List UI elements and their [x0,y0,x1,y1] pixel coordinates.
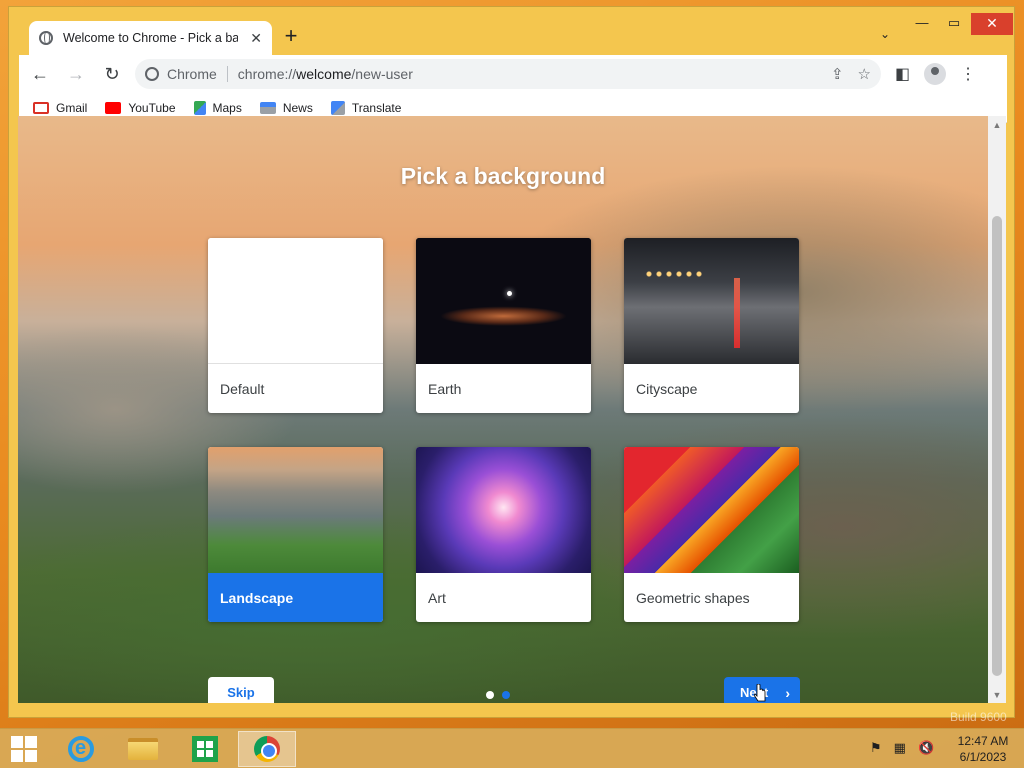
background-card-cityscape[interactable]: Cityscape [624,238,799,413]
omnibox-actions: ⇪ ☆ [831,65,871,83]
card-label: Earth [428,381,462,397]
tab-title: Welcome to Chrome - Pick a bac [63,31,238,45]
file-explorer-icon [128,738,158,760]
page-content: Pick a background Default Earth Cityscap… [18,116,988,703]
omnibox-chip: Chrome [167,66,228,82]
card-label: Default [220,381,265,397]
chrome-page-icon [145,67,159,81]
card-label: Cityscape [636,381,698,397]
bookmark-label: YouTube [128,100,176,115]
start-button[interactable] [0,731,48,767]
toolbar-right: ◧ ⋮ [895,63,976,85]
taskbar-explorer[interactable] [114,731,172,767]
internet-explorer-icon [68,736,94,762]
scroll-thumb[interactable] [992,216,1002,676]
tab-close-icon[interactable]: ✕ [250,30,262,47]
share-icon[interactable]: ⇪ [831,65,844,83]
chevron-right-icon: › [785,685,790,701]
url-path: /new-user [351,66,413,82]
address-bar[interactable]: Chrome chrome://welcome/new-user ⇪ ☆ [135,59,881,89]
background-card-default[interactable]: Default [208,238,383,413]
bookmark-label: News [282,100,313,115]
store-icon [192,736,218,762]
tab-welcome[interactable]: Welcome to Chrome - Pick a bac ✕ [29,21,272,55]
clock-date: 6/1/2023 [959,750,1007,764]
bookmark-maps[interactable]: Maps [193,100,242,115]
scroll-down-icon[interactable]: ▼ [992,690,1002,700]
skip-button[interactable]: Skip [208,677,274,703]
bookmark-star-icon[interactable]: ☆ [858,65,871,83]
taskbar-ie[interactable] [52,731,110,767]
bookmark-label: Maps [212,100,242,115]
url-host: welcome [296,66,352,82]
bookmark-youtube[interactable]: YouTube [105,100,176,115]
news-icon [259,101,276,114]
close-window-button[interactable]: ✕ [971,13,1013,35]
taskbar-store[interactable] [176,731,234,767]
bookmark-label: Gmail [56,100,88,115]
new-tab-button[interactable]: + [279,25,303,49]
chrome-icon [254,736,280,762]
clock-time: 12:47 AM [957,734,1009,748]
background-card-art[interactable]: Art [416,447,591,622]
gmail-icon [33,101,49,114]
bookmark-gmail[interactable]: Gmail [33,101,87,115]
url-text: chrome://welcome/new-user [238,66,413,82]
card-label: Geometric shapes [636,590,750,606]
forward-button[interactable]: → [61,59,91,89]
menu-icon[interactable]: ⋮ [960,64,976,84]
art-thumbnail [416,447,591,573]
bookmark-label: Translate [351,100,402,115]
flag-icon[interactable]: ⚑ [870,740,882,756]
mouse-cursor-icon [754,684,766,702]
earth-thumbnail [416,238,591,364]
tab-search-button[interactable]: ⌄ [875,27,895,47]
network-icon[interactable]: ▦ [894,740,906,756]
windows-logo-icon [11,736,37,762]
geometric-thumbnail [624,447,799,573]
minimize-button[interactable]: — [907,13,937,35]
system-tray: ⚑ ▦ 🔇 [870,740,934,756]
browser-toolbar: ← → ↻ Chrome chrome://welcome/new-user ⇪… [19,55,1007,93]
page-title: Pick a background [400,163,606,189]
youtube-icon [105,101,122,114]
profile-avatar-icon[interactable] [924,63,947,85]
reload-button[interactable]: ↻ [97,59,127,89]
taskbar: ⚑ ▦ 🔇 12:47 AM 6/1/2023 [0,728,1024,768]
os-watermark: Build 9600 [950,710,1007,724]
scroll-up-icon[interactable]: ▲ [992,120,1002,130]
back-button[interactable]: ← [25,59,55,89]
volume-muted-icon[interactable]: 🔇 [918,740,934,756]
globe-icon [39,31,53,45]
page-scrollbar[interactable]: ▲ ▼ [988,116,1006,703]
background-card-geometric[interactable]: Geometric shapes [624,447,799,622]
clock[interactable]: 12:47 AM 6/1/2023 [950,733,1016,765]
default-thumbnail [208,238,383,364]
tab-strip: Welcome to Chrome - Pick a bac ✕ + ⌄ — ▭… [9,7,1014,55]
url-prefix: chrome:// [237,66,297,82]
bookmark-news[interactable]: News [259,100,313,115]
bookmark-translate[interactable]: Translate [330,100,402,115]
cityscape-thumbnail [624,238,799,364]
maximize-button[interactable]: ▭ [939,13,969,35]
taskbar-chrome[interactable] [238,731,296,767]
maps-icon [193,100,206,115]
background-card-earth[interactable]: Earth [416,238,591,413]
side-panel-icon[interactable]: ◧ [895,64,910,84]
landscape-thumbnail [208,447,383,573]
card-label: Art [428,590,446,606]
card-label: Landscape [208,573,383,622]
background-card-landscape[interactable]: Landscape [208,447,383,622]
pager-dots [486,691,510,699]
pager-dot-current[interactable] [502,691,510,699]
pager-dot[interactable] [486,691,494,699]
translate-icon [330,100,345,115]
